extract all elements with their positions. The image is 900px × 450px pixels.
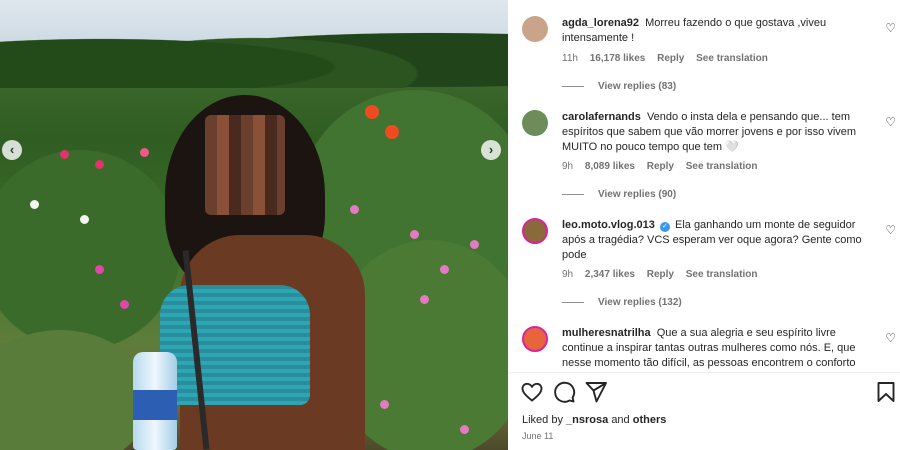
photo-flower — [120, 300, 129, 309]
comments-panel: agda_lorena92 Morreu fazendo o que gosta… — [508, 0, 900, 450]
comment-body: agda_lorena92 Morreu fazendo o que gosta… — [562, 16, 872, 46]
photo-flower — [440, 265, 449, 274]
comment-body: leo.moto.vlog.013 ✓ Ela ganhando um monte… — [562, 218, 872, 263]
view-replies-label: View replies (132) — [598, 297, 682, 308]
comment-time: 9h — [562, 161, 574, 172]
reply-button[interactable]: Reply — [657, 53, 684, 64]
photo-bush — [0, 150, 180, 350]
person-top — [160, 285, 310, 405]
heart-icon[interactable]: ♡ — [885, 223, 896, 237]
photo-flower — [470, 240, 479, 249]
reply-button[interactable]: Reply — [647, 269, 674, 280]
photo-bush — [0, 330, 150, 450]
comments-list: agda_lorena92 Morreu fazendo o que gosta… — [508, 0, 900, 372]
photo-flower — [95, 265, 104, 274]
chevron-right-icon[interactable]: › — [481, 140, 501, 160]
photo-flower — [380, 400, 389, 409]
bottle-label — [133, 390, 177, 420]
photo-flower — [385, 125, 399, 139]
view-replies-button[interactable]: View replies (90) — [562, 189, 676, 200]
liked-by-user[interactable]: _nsrosa — [566, 414, 608, 426]
heart-icon[interactable]: ♡ — [885, 21, 896, 35]
comment-time: 9h — [562, 269, 574, 280]
share-icon[interactable] — [584, 380, 608, 404]
comment-username[interactable]: mulheresnatrilha — [562, 327, 651, 339]
photo-flower — [365, 105, 379, 119]
liked-by: Liked by _nsrosa and others — [522, 414, 666, 426]
comment-time: 11h — [562, 53, 578, 64]
verified-badge-icon: ✓ — [659, 222, 670, 232]
comment-likes[interactable]: 8,089 likes — [585, 161, 635, 172]
photo-trees — [0, 18, 508, 88]
liked-by-and: and — [611, 414, 630, 426]
heart-icon[interactable]: ♡ — [885, 115, 896, 129]
replies-divider — [562, 301, 584, 303]
photo-flower — [95, 160, 104, 169]
water-bottle — [133, 352, 177, 450]
liked-by-others[interactable]: others — [633, 414, 667, 426]
actions-divider — [508, 372, 900, 373]
comment-meta: 11h 16,178 likes Reply See translation — [562, 53, 777, 64]
avatar[interactable] — [522, 16, 548, 42]
comment-icon[interactable] — [552, 380, 576, 404]
photo-flower — [80, 215, 89, 224]
comment-body: carolafernands Vendo o insta dela e pens… — [562, 110, 872, 155]
post-image[interactable]: ‹ › — [0, 0, 508, 450]
view-replies-label: View replies (83) — [598, 81, 677, 92]
post-actions — [508, 377, 900, 407]
bookmark-icon[interactable] — [874, 380, 898, 404]
blurred-face — [205, 115, 285, 215]
view-replies-label: View replies (90) — [598, 189, 677, 200]
view-replies-button[interactable]: View replies (83) — [562, 81, 676, 92]
photo-flower — [460, 425, 469, 434]
comment-username[interactable]: leo.moto.vlog.013 — [562, 219, 655, 231]
heart-icon[interactable]: ♡ — [885, 331, 896, 345]
comment-body: mulheresnatrilha Que a sua alegria e seu… — [562, 326, 872, 371]
comment-meta: 9h 8,089 likes Reply See translation — [562, 161, 766, 172]
comment-username[interactable]: carolafernands — [562, 111, 641, 123]
photo-flower — [140, 148, 149, 157]
avatar[interactable] — [522, 218, 548, 244]
photo-flower — [30, 200, 39, 209]
see-translation-button[interactable]: See translation — [686, 161, 758, 172]
heart-icon[interactable] — [520, 380, 544, 404]
comment-likes[interactable]: 16,178 likes — [590, 53, 646, 64]
photo-flower — [410, 230, 419, 239]
chevron-left-icon[interactable]: ‹ — [2, 140, 22, 160]
avatar[interactable] — [522, 110, 548, 136]
photo-flower — [60, 150, 69, 159]
reply-button[interactable]: Reply — [647, 161, 674, 172]
photo-flower — [420, 295, 429, 304]
view-replies-button[interactable]: View replies (132) — [562, 297, 682, 308]
comment-username[interactable]: agda_lorena92 — [562, 17, 639, 29]
photo-flower — [350, 205, 359, 214]
comment-likes[interactable]: 2,347 likes — [585, 269, 635, 280]
replies-divider — [562, 193, 584, 195]
see-translation-button[interactable]: See translation — [686, 269, 758, 280]
post-date[interactable]: June 11 — [522, 431, 553, 441]
liked-by-prefix: Liked by — [522, 414, 563, 426]
avatar[interactable] — [522, 326, 548, 352]
replies-divider — [562, 85, 584, 87]
comment-meta: 9h 2,347 likes Reply See translation — [562, 269, 766, 280]
see-translation-button[interactable]: See translation — [696, 53, 768, 64]
